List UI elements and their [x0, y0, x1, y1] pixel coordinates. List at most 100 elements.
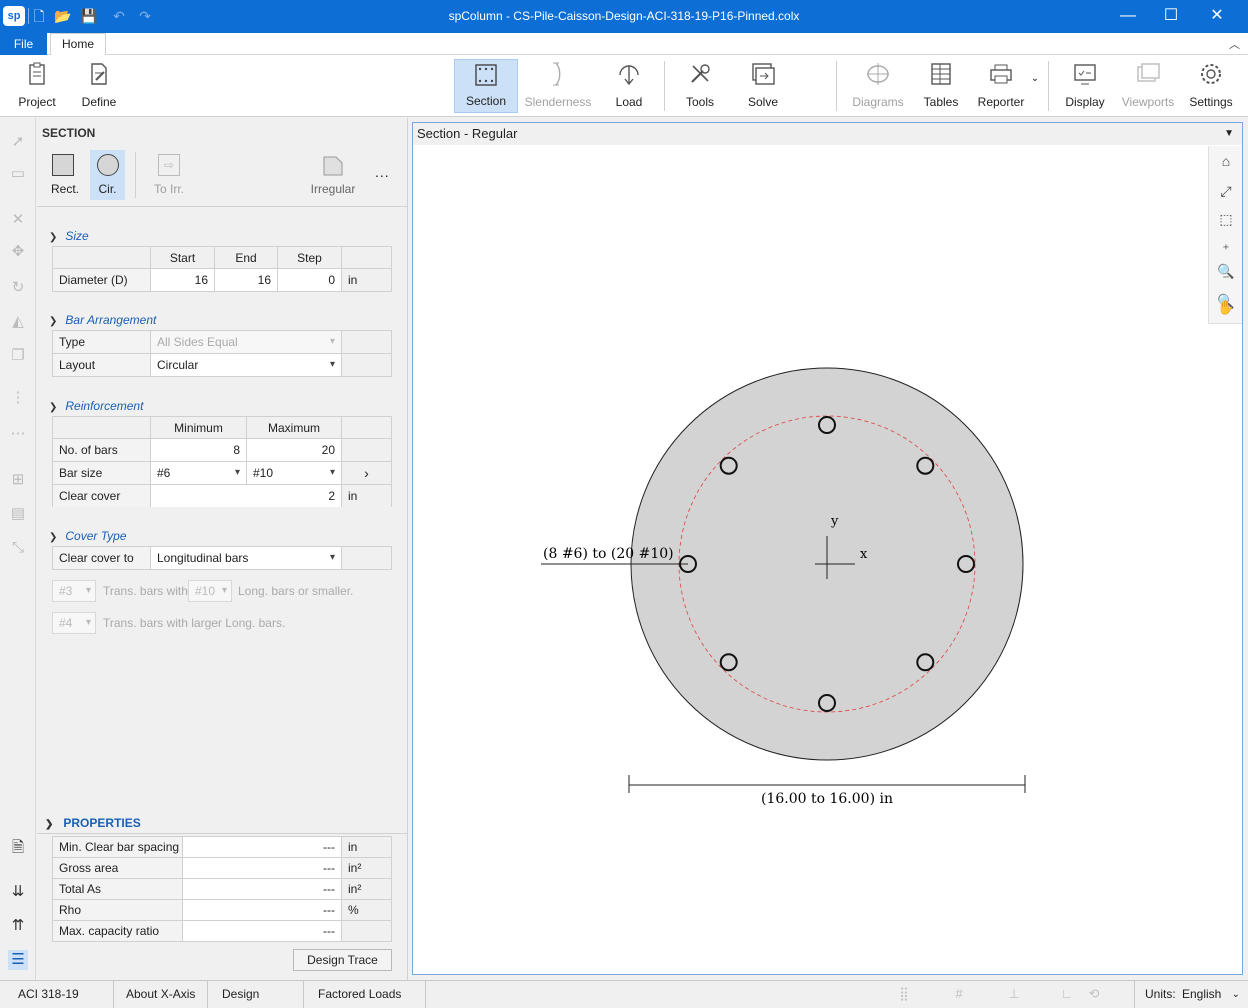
clear-cover-to-select[interactable]: Longitudinal bars — [151, 547, 341, 569]
tools-button[interactable]: Tools — [674, 59, 726, 113]
settings-button[interactable]: Settings — [1184, 59, 1238, 113]
irregular-button[interactable]: Irregular — [307, 150, 359, 200]
bar-size-max-select[interactable]: #10 — [247, 462, 341, 484]
display-button[interactable]: Display — [1058, 59, 1112, 113]
diameter-end-field[interactable]: 16 — [215, 269, 277, 291]
chevron-right-icon[interactable]: › — [342, 462, 391, 484]
reporter-dropdown-chevron-icon[interactable]: ⌄ — [1028, 59, 1042, 113]
layout-select[interactable]: Circular — [151, 354, 341, 376]
trans-bar-select-2[interactable]: #4 — [52, 612, 96, 634]
redo-snap-icon[interactable]: ⟲ — [1085, 986, 1103, 1002]
zoom-extents-icon[interactable]: ⤢ — [1215, 180, 1237, 202]
snap-icon[interactable]: ⊥ — [1005, 986, 1023, 1002]
size-group-header[interactable]: ❯ Size — [49, 229, 89, 243]
pan-hand-icon[interactable]: ✋ — [1215, 296, 1237, 318]
ortho-icon[interactable]: ∟ — [1058, 986, 1076, 1002]
design-trace-button[interactable]: Design Trace — [293, 949, 392, 971]
long-bar-select[interactable]: #10 — [188, 580, 232, 602]
bars-max-field[interactable]: 20 — [247, 439, 341, 461]
status-code[interactable]: ACI 318-19 — [10, 981, 114, 1008]
rotate-icon[interactable]: ↻ — [8, 278, 28, 298]
add-grid-icon[interactable]: ⊞ — [8, 470, 28, 490]
section-drawing[interactable]: y x (8 #6) to (20 #10) (16.00 to 16.00) … — [413, 145, 1242, 974]
reinf-header-min: Minimum — [151, 417, 246, 438]
maximize-button[interactable]: ☐ — [1148, 0, 1194, 33]
size-header-start: Start — [151, 247, 214, 268]
sort-down-icon[interactable]: ⇊ — [8, 882, 28, 902]
delete-icon[interactable]: ✕ — [8, 210, 28, 230]
diagrams-button[interactable]: Diagrams — [848, 59, 908, 113]
slenderness-button[interactable]: Slenderness — [522, 59, 594, 113]
diameter-step-field[interactable]: 0 — [278, 269, 341, 291]
zoom-window-icon[interactable]: ⬚ — [1215, 208, 1237, 230]
grid-icon[interactable]: # — [950, 986, 968, 1002]
reinf-header-max: Maximum — [247, 417, 341, 438]
move-icon[interactable]: ✥ — [8, 242, 28, 262]
diameter-start-field[interactable]: 16 — [151, 269, 214, 291]
scale-icon[interactable]: ⤡ — [8, 538, 28, 558]
section-button[interactable]: Section — [454, 59, 518, 113]
property-label: Rho — [53, 900, 182, 920]
grid-dots-icon[interactable]: ⣿ — [895, 986, 913, 1002]
view-dropdown-icon[interactable]: ▼ — [1224, 123, 1234, 145]
zoom-out-icon[interactable]: ⁻🔍 — [1215, 268, 1237, 309]
horizontal-dots-icon[interactable]: ⋯ — [8, 424, 28, 444]
chevron-down-icon: ❯ — [49, 532, 58, 543]
to-irregular-button[interactable]: ⇨ To Irr. — [149, 150, 189, 200]
title-bar: sp 🗋 📂 💾 ↶ ↷ spColumn - CS-Pile-Caisson-… — [0, 0, 1248, 33]
status-loads[interactable]: Factored Loads — [310, 981, 426, 1008]
solve-button[interactable]: Solve — [736, 59, 790, 113]
more-options-icon[interactable]: ... — [375, 164, 390, 180]
project-button[interactable]: Project — [12, 59, 62, 113]
define-button[interactable]: Define — [74, 59, 124, 113]
trans-bar-select-1[interactable]: #3 — [52, 580, 96, 602]
viewports-button[interactable]: Viewports — [1118, 59, 1178, 113]
document-icon[interactable]: 🗎 — [8, 838, 28, 858]
tables-button[interactable]: Tables — [916, 59, 966, 113]
units-select[interactable]: English ⌄ — [1182, 981, 1240, 1008]
status-axis[interactable]: About X-Axis — [118, 981, 208, 1008]
minimize-button[interactable]: — — [1105, 0, 1151, 33]
cover-type-title: Cover Type — [65, 529, 127, 543]
property-value: --- — [183, 858, 341, 878]
load-label: Load — [615, 95, 643, 109]
clear-cover-field[interactable]: 2 — [151, 485, 341, 507]
properties-title: PROPERTIES — [63, 816, 141, 830]
cover-type-group-header[interactable]: ❯ Cover Type — [49, 529, 127, 543]
reinforcement-group-header[interactable]: ❯ Reinforcement — [49, 399, 143, 413]
gear-icon — [1201, 64, 1221, 84]
bars-min-field[interactable]: 8 — [151, 439, 246, 461]
load-button[interactable]: Load — [602, 59, 656, 113]
ruler-icon[interactable]: ▭ — [8, 164, 28, 184]
select-arrow-icon[interactable]: ➚ — [8, 132, 28, 152]
circle-button[interactable]: Cir. — [90, 150, 125, 200]
section-view: Section - Regular ▼ y x (8 #6) to (20 #1… — [412, 122, 1243, 975]
property-unit: % — [342, 900, 391, 920]
tab-home[interactable]: Home — [50, 33, 106, 56]
menu-bar: File Home ︿ — [0, 33, 1248, 56]
list-view-icon[interactable]: ☰ — [8, 950, 28, 970]
home-view-icon[interactable]: ⌂ — [1215, 150, 1237, 172]
file-menu[interactable]: File — [0, 33, 47, 55]
status-mode[interactable]: Design — [214, 981, 304, 1008]
mirror-icon[interactable]: ◭ — [8, 312, 28, 332]
edit-grid-icon[interactable]: ▤ — [8, 504, 28, 524]
viewports-icon — [1137, 63, 1160, 82]
property-value: --- — [183, 837, 341, 857]
properties-header[interactable]: ❯ PROPERTIES — [45, 816, 141, 830]
rect-button[interactable]: Rect. — [51, 150, 79, 200]
bars-unit — [342, 439, 391, 461]
view-title: Section - Regular — [417, 126, 518, 141]
vertical-dots-icon[interactable]: ⋮ — [8, 388, 28, 408]
zoom-in-icon[interactable]: ⁺🔍 — [1215, 238, 1237, 279]
type-select[interactable]: All Sides Equal — [151, 331, 341, 353]
sort-up-icon[interactable]: ⇈ — [8, 916, 28, 936]
define-label: Define — [81, 95, 117, 109]
bar-size-min-select[interactable]: #6 — [151, 462, 246, 484]
units-label: Units: — [1145, 987, 1176, 1001]
copy-icon[interactable]: ❐ — [8, 346, 28, 366]
collapse-ribbon-icon[interactable]: ︿ — [1229, 36, 1240, 52]
close-button[interactable]: ✕ — [1194, 0, 1240, 33]
bar-arrangement-group-header[interactable]: ❯ Bar Arrangement — [49, 313, 156, 327]
reporter-button[interactable]: Reporter — [972, 59, 1030, 113]
